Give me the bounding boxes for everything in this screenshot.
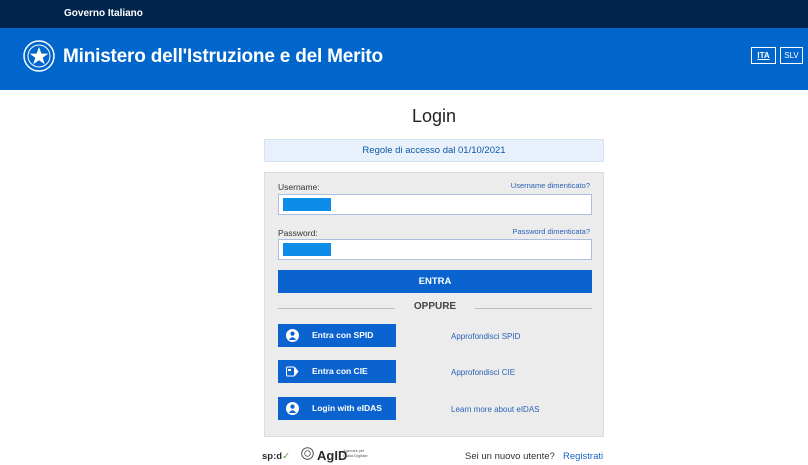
new-user-text: Sei un nuovo utente? xyxy=(465,451,555,462)
password-redaction xyxy=(283,243,331,256)
cie-card-icon xyxy=(286,366,299,377)
eidas-login-button[interactable]: Login with eIDAS xyxy=(278,397,396,420)
ministry-title[interactable]: Ministero dell'Istruzione e del Merito xyxy=(63,46,383,68)
username-redaction xyxy=(283,198,331,211)
spid-logo: sp:d✓ xyxy=(262,451,290,462)
agid-emblem-icon xyxy=(301,447,314,460)
italian-emblem-icon xyxy=(23,40,55,72)
agid-subtitle: Agenzia per l'Italia Digitale xyxy=(343,448,368,458)
cie-login-button[interactable]: Entra con CIE xyxy=(278,360,396,383)
entra-button[interactable]: ENTRA xyxy=(278,270,592,293)
login-panel: Username: Username dimenticato? Password… xyxy=(264,172,604,437)
language-slv-button[interactable]: SLV xyxy=(780,47,803,64)
government-bar-label[interactable]: Governo Italiano xyxy=(64,8,143,19)
government-bar: Governo Italiano xyxy=(0,0,808,28)
oppure-separator: OPPURE xyxy=(413,301,457,312)
spid-info-link[interactable]: Approfondisci SPID xyxy=(451,332,520,341)
ministry-header: Ministero dell'Istruzione e del Merito I… xyxy=(0,28,808,90)
spid-button-label: Entra con SPID xyxy=(312,330,374,340)
page-title: Login xyxy=(411,106,457,126)
spid-check-icon: ✓ xyxy=(282,451,291,462)
username-forgot-link[interactable]: Username dimenticato? xyxy=(511,181,590,190)
username-input[interactable] xyxy=(278,194,592,215)
register-link[interactable]: Registrati xyxy=(563,451,603,462)
username-label: Username: xyxy=(278,182,320,192)
spid-login-button[interactable]: Entra con SPID xyxy=(278,324,396,347)
spid-logo-text: sp:d xyxy=(262,451,283,462)
cie-info-link[interactable]: Approfondisci CIE xyxy=(451,368,515,377)
eidas-button-label: Login with eIDAS xyxy=(312,403,382,413)
eidas-info-link[interactable]: Learn more about eIDAS xyxy=(451,405,540,414)
password-input[interactable] xyxy=(278,239,592,260)
password-forgot-link[interactable]: Password dimenticata? xyxy=(512,227,590,236)
divider-right xyxy=(475,308,592,309)
user-icon xyxy=(286,402,299,415)
access-rules-link[interactable]: Regole di accesso dal 01/10/2021 xyxy=(264,139,604,162)
user-icon xyxy=(286,329,299,342)
password-label: Password: xyxy=(278,228,318,238)
language-ita-button[interactable]: ITA xyxy=(751,47,776,64)
cie-button-label: Entra con CIE xyxy=(312,366,368,376)
